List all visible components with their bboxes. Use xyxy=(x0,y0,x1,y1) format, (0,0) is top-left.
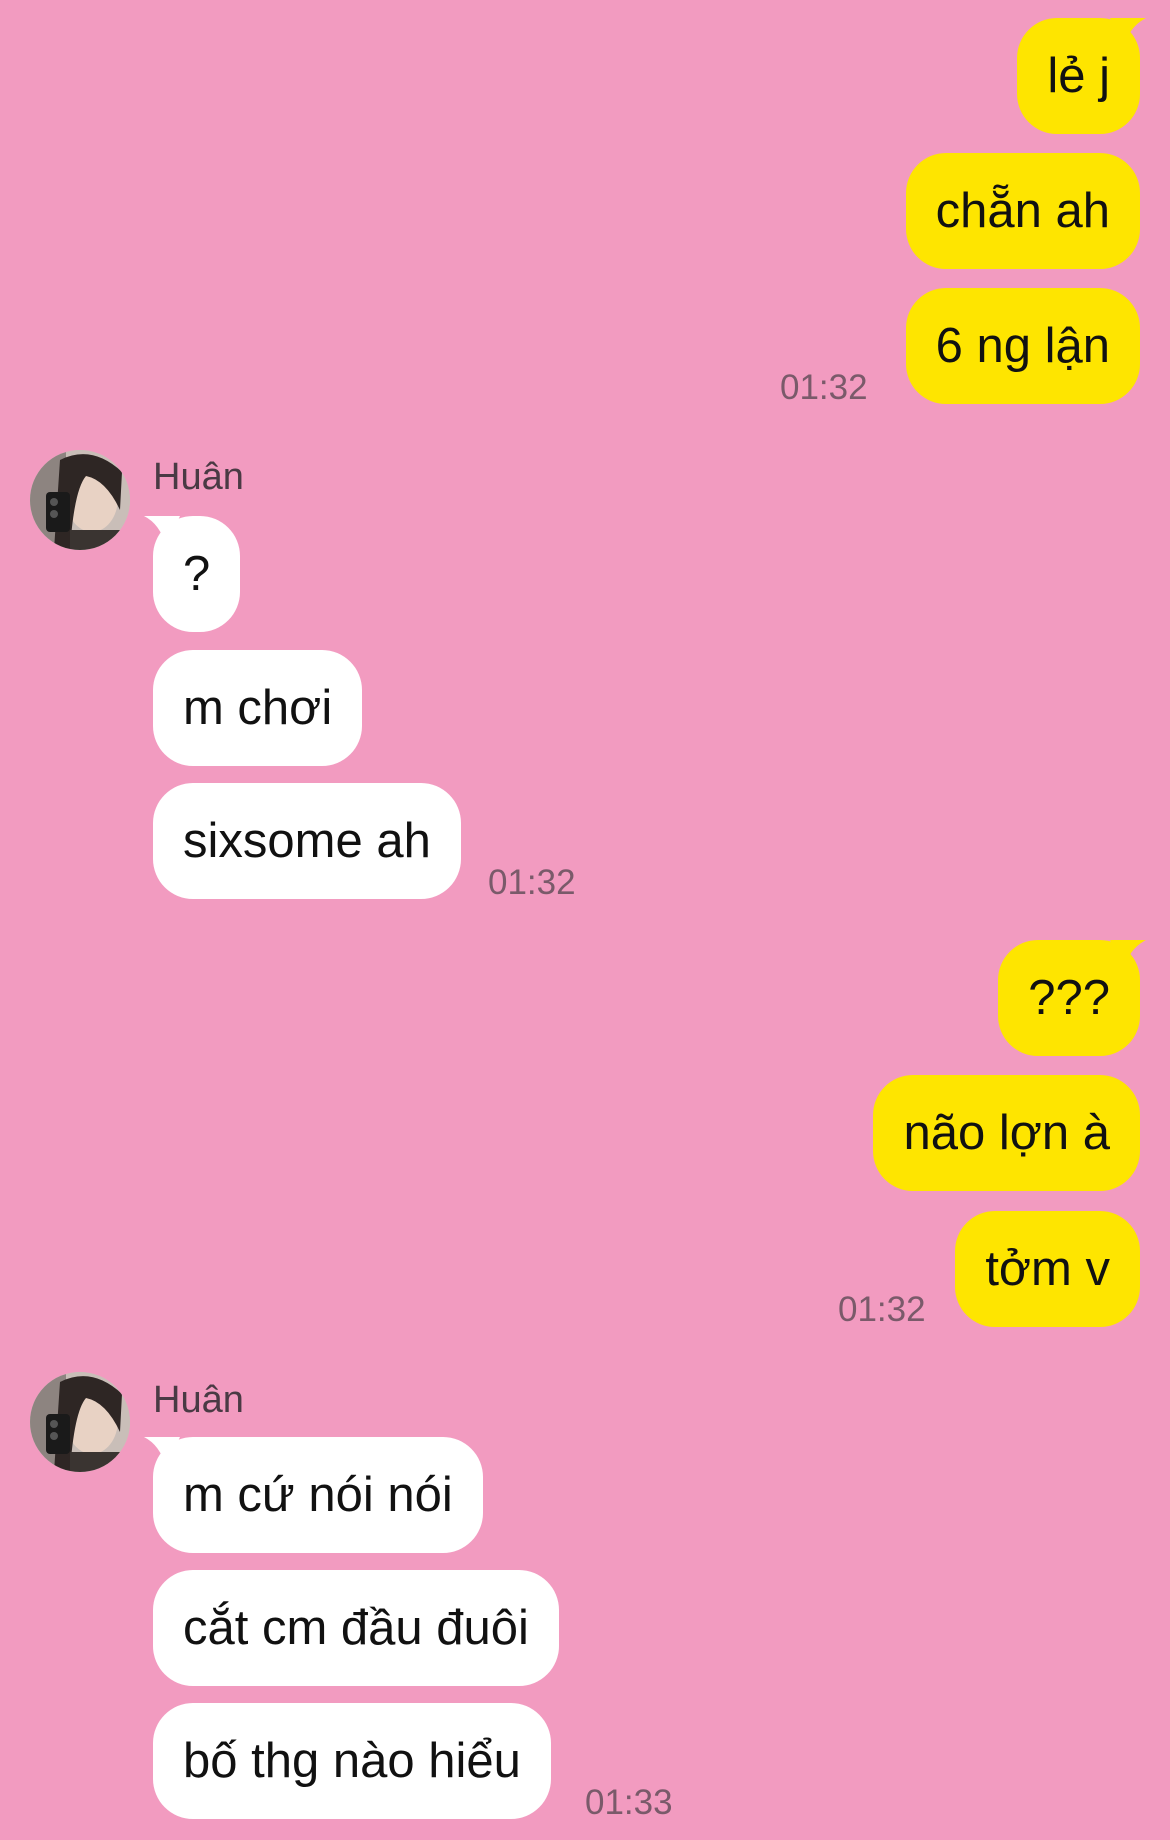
avatar[interactable] xyxy=(30,1372,130,1472)
message-bubble[interactable]: bố thg nào hiểu xyxy=(153,1703,551,1819)
message-bubble[interactable]: tởm v xyxy=(955,1211,1140,1327)
message-timestamp: 01:32 xyxy=(780,368,868,407)
message-bubble[interactable]: sixsome ah xyxy=(153,783,461,899)
message-bubble[interactable]: ??? xyxy=(998,940,1140,1056)
message-bubble[interactable]: não lợn à xyxy=(873,1075,1140,1191)
avatar[interactable] xyxy=(30,450,130,550)
message-bubble[interactable]: ? xyxy=(153,516,241,632)
message-timestamp: 01:32 xyxy=(488,863,576,902)
message-timestamp: 01:32 xyxy=(838,1290,926,1329)
message-bubble[interactable]: cắt cm đầu đuôi xyxy=(153,1570,559,1686)
message-bubble[interactable]: m cứ nói nói xyxy=(153,1437,483,1553)
message-timestamp: 01:33 xyxy=(585,1783,673,1822)
chat-thread: lẻ j chẵn ah 6 ng lận 01:32 Huân ? m chơ… xyxy=(0,0,1170,1840)
message-bubble[interactable]: chẵn ah xyxy=(905,153,1140,269)
profile-photo-icon xyxy=(30,1372,130,1472)
sender-name: Huân xyxy=(153,456,244,498)
profile-photo-icon xyxy=(30,450,130,550)
sender-name: Huân xyxy=(153,1379,244,1421)
message-bubble[interactable]: 6 ng lận xyxy=(905,288,1140,404)
message-bubble[interactable]: lẻ j xyxy=(1017,18,1140,134)
message-bubble[interactable]: m chơi xyxy=(153,650,363,766)
